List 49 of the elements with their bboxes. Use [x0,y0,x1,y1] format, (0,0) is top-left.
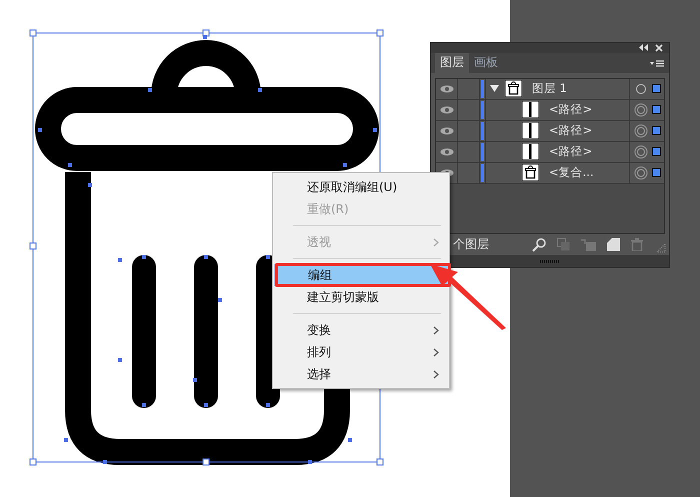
layer-row[interactable]: <路径> [436,142,664,163]
target-icon[interactable] [634,102,648,117]
eye-icon[interactable] [440,84,454,93]
selection-square-icon[interactable] [652,105,660,114]
menu-item[interactable]: 建立剪切蒙版 [273,286,449,308]
layer-row[interactable]: <复合... [436,162,664,184]
expand-triangle-icon[interactable] [490,85,499,92]
layer-name: <路径> [549,144,592,160]
layer-row[interactable]: 图层 1 [436,78,664,100]
clip-mask-icon[interactable] [557,238,570,252]
layer-row[interactable]: <路径> [436,120,664,142]
layer-name: 图层 1 [532,81,567,96]
chevron-right-icon [433,238,439,246]
resize-grip-icon[interactable] [656,243,666,254]
layer-count: 个图层 [453,236,489,254]
bar-thumbnail-icon [522,122,539,140]
layer-row[interactable]: <路径> [436,100,664,121]
panel-tab[interactable]: 图层 [435,52,469,73]
selection-square-icon[interactable] [652,84,660,94]
chevron-right-icon [433,348,439,356]
bar-thumbnail-icon [522,143,539,160]
panel-tab[interactable]: 画板 [469,52,503,73]
menu-item[interactable]: 排列 [273,341,449,363]
target-icon[interactable] [634,82,648,96]
layer-name: <复合... [549,165,594,180]
close-icon[interactable] [655,44,663,52]
search-icon[interactable] [532,238,546,252]
target-icon[interactable] [634,166,648,180]
bar-thumbnail-icon [522,101,539,118]
selection-square-icon[interactable] [652,147,660,156]
eye-icon[interactable] [440,106,454,114]
chevron-right-icon [433,326,439,334]
target-icon[interactable] [634,144,648,159]
selection-square-icon[interactable] [652,126,660,136]
layer-name: <路径> [549,102,592,118]
layer-name: <路径> [549,123,592,138]
trash-thumbnail-icon [522,164,539,182]
trash-thumbnail-icon [505,80,522,98]
new-layer-icon[interactable] [607,238,620,252]
menu-item[interactable]: 选择 [273,363,449,385]
menu-item[interactable]: 变换 [273,319,449,341]
eye-icon[interactable] [440,148,454,156]
chevron-right-icon [433,370,439,378]
menu-item[interactable]: 编组 [274,264,448,286]
panel-menu-icon[interactable] [650,60,664,68]
selection-square-icon[interactable] [652,168,660,178]
drag-handle[interactable] [540,260,560,263]
target-icon[interactable] [634,124,648,138]
eye-icon[interactable] [440,126,454,135]
